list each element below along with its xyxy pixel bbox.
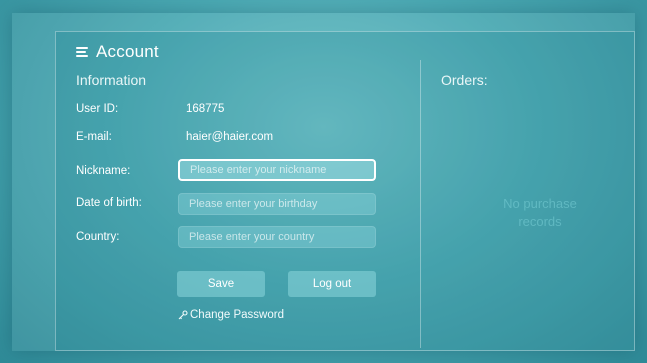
user-id-value: 168775 (186, 103, 225, 115)
empty-orders-message: No purchase records (480, 195, 600, 231)
birthday-input[interactable] (178, 193, 376, 215)
birth-label: Date of birth: (76, 197, 142, 209)
country-label: Country: (76, 231, 120, 243)
user-id-label: User ID: (76, 103, 119, 115)
orders-title: Orders: (441, 72, 488, 88)
empty-orders-line1: No purchase (503, 196, 577, 211)
change-password-link[interactable]: Change Password (178, 309, 284, 321)
menu-icon[interactable] (76, 46, 88, 58)
logout-button[interactable]: Log out (288, 271, 376, 297)
change-password-label: Change Password (190, 309, 284, 321)
nickname-input[interactable] (178, 159, 376, 181)
page-header: Account (76, 40, 159, 64)
country-input[interactable] (178, 226, 376, 248)
save-button[interactable]: Save (177, 271, 265, 297)
page-title: Account (96, 42, 159, 61)
empty-orders-line2: records (518, 214, 562, 229)
email-label: E-mail: (76, 131, 112, 143)
nickname-label: Nickname: (76, 165, 131, 177)
key-icon (178, 310, 188, 320)
information-section-title: Information (76, 72, 147, 88)
email-value: haier@haier.com (186, 131, 274, 143)
panel-divider (420, 60, 421, 348)
